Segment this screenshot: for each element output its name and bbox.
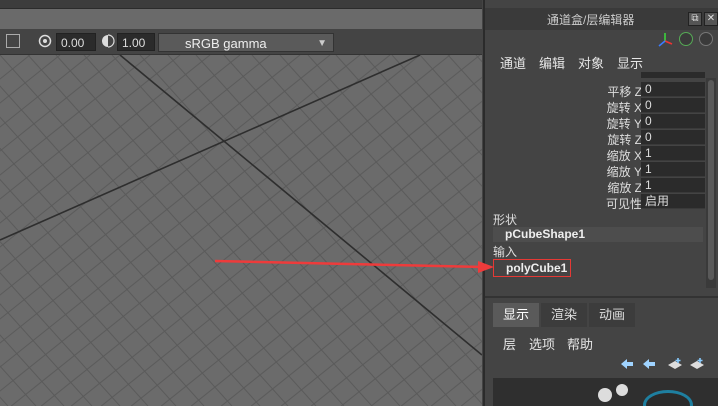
- annotation-arrow: [214, 259, 494, 273]
